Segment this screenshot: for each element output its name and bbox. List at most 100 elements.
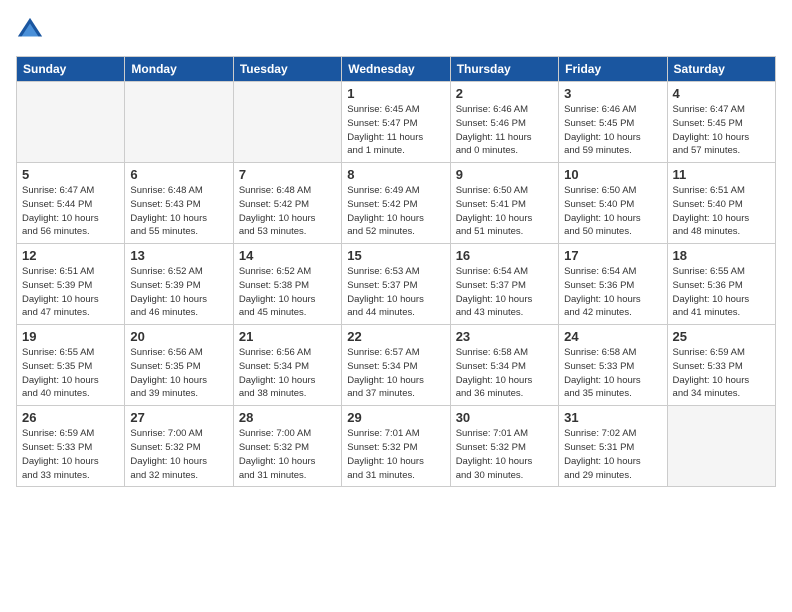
logo (16, 16, 48, 44)
calendar-cell: 26Sunrise: 6:59 AM Sunset: 5:33 PM Dayli… (17, 406, 125, 487)
calendar-cell: 27 Sunrise: 7:00 AM Sunset: 5:32 PM Dayli… (125, 406, 233, 487)
page-header (16, 16, 776, 44)
calendar-cell: 30 Sunrise: 7:01 AM Sunset: 5:32 PM Dayli… (450, 406, 558, 487)
calendar-cell: 28 Sunrise: 7:00 AM Sunset: 5:32 PM Dayli… (233, 406, 341, 487)
day-number: 6 (130, 167, 227, 182)
day-info: Sunrise: 6:55 AM Sunset: 5:36 PM Dayligh… (673, 265, 770, 320)
calendar-cell: 19 Sunrise: 6:55 AM Sunset: 5:35 PM Dayli… (17, 325, 125, 406)
calendar-week-row: 26Sunrise: 6:59 AM Sunset: 5:33 PM Dayli… (17, 406, 776, 487)
weekday-header-thursday: Thursday (450, 57, 558, 82)
calendar-cell: 21Sunrise: 6:56 AM Sunset: 5:34 PM Dayli… (233, 325, 341, 406)
calendar-cell: 29Sunrise: 7:01 AM Sunset: 5:32 PM Dayli… (342, 406, 450, 487)
day-number: 22 (347, 329, 444, 344)
day-info: Sunrise: 6:47 AM Sunset: 5:44 PM Dayligh… (22, 184, 119, 239)
calendar-week-row: 1 Sunrise: 6:45 AM Sunset: 5:47 PM Daylig… (17, 82, 776, 163)
day-info: Sunrise: 6:59 AM Sunset: 5:33 PM Dayligh… (673, 346, 770, 401)
day-number: 7 (239, 167, 336, 182)
calendar-cell: 13Sunrise: 6:52 AM Sunset: 5:39 PM Dayli… (125, 244, 233, 325)
calendar-cell: 5Sunrise: 6:47 AM Sunset: 5:44 PM Daylig… (17, 163, 125, 244)
day-number: 13 (130, 248, 227, 263)
day-info: Sunrise: 6:51 AM Sunset: 5:39 PM Dayligh… (22, 265, 119, 320)
calendar-cell: 20Sunrise: 6:56 AM Sunset: 5:35 PM Dayli… (125, 325, 233, 406)
day-info: Sunrise: 6:51 AM Sunset: 5:40 PM Dayligh… (673, 184, 770, 239)
day-number: 9 (456, 167, 553, 182)
calendar-cell: 22 Sunrise: 6:57 AM Sunset: 5:34 PM Dayli… (342, 325, 450, 406)
calendar-cell (125, 82, 233, 163)
day-number: 2 (456, 86, 553, 101)
weekday-header-friday: Friday (559, 57, 667, 82)
day-number: 30 (456, 410, 553, 425)
day-number: 24 (564, 329, 661, 344)
calendar-cell: 24 Sunrise: 6:58 AM Sunset: 5:33 PM Dayli… (559, 325, 667, 406)
day-number: 20 (130, 329, 227, 344)
day-info: Sunrise: 6:53 AM Sunset: 5:37 PM Dayligh… (347, 265, 444, 320)
day-info: Sunrise: 6:54 AM Sunset: 5:36 PM Dayligh… (564, 265, 661, 320)
calendar-cell: 2 Sunrise: 6:46 AM Sunset: 5:46 PM Daylig… (450, 82, 558, 163)
logo-icon (16, 16, 44, 44)
day-info: Sunrise: 6:46 AM Sunset: 5:46 PM Dayligh… (456, 103, 553, 158)
calendar-table: SundayMondayTuesdayWednesdayThursdayFrid… (16, 56, 776, 487)
day-info: Sunrise: 7:01 AM Sunset: 5:32 PM Dayligh… (456, 427, 553, 482)
day-info: Sunrise: 6:55 AM Sunset: 5:35 PM Dayligh… (22, 346, 119, 401)
calendar-week-row: 12 Sunrise: 6:51 AM Sunset: 5:39 PM Dayli… (17, 244, 776, 325)
day-info: Sunrise: 6:45 AM Sunset: 5:47 PM Dayligh… (347, 103, 444, 158)
day-number: 11 (673, 167, 770, 182)
calendar-cell (17, 82, 125, 163)
day-number: 28 (239, 410, 336, 425)
day-info: Sunrise: 6:46 AM Sunset: 5:45 PM Dayligh… (564, 103, 661, 158)
calendar-cell: 4 Sunrise: 6:47 AM Sunset: 5:45 PM Daylig… (667, 82, 775, 163)
day-number: 16 (456, 248, 553, 263)
day-info: Sunrise: 7:00 AM Sunset: 5:32 PM Dayligh… (239, 427, 336, 482)
day-info: Sunrise: 7:01 AM Sunset: 5:32 PM Dayligh… (347, 427, 444, 482)
day-info: Sunrise: 7:00 AM Sunset: 5:32 PM Dayligh… (130, 427, 227, 482)
calendar-cell: 7 Sunrise: 6:48 AM Sunset: 5:42 PM Daylig… (233, 163, 341, 244)
day-number: 12 (22, 248, 119, 263)
day-number: 1 (347, 86, 444, 101)
day-info: Sunrise: 6:52 AM Sunset: 5:38 PM Dayligh… (239, 265, 336, 320)
weekday-header-wednesday: Wednesday (342, 57, 450, 82)
day-number: 17 (564, 248, 661, 263)
calendar-cell: 9 Sunrise: 6:50 AM Sunset: 5:41 PM Daylig… (450, 163, 558, 244)
calendar-cell: 31 Sunrise: 7:02 AM Sunset: 5:31 PM Dayli… (559, 406, 667, 487)
day-number: 31 (564, 410, 661, 425)
calendar-cell: 15Sunrise: 6:53 AM Sunset: 5:37 PM Dayli… (342, 244, 450, 325)
day-info: Sunrise: 6:49 AM Sunset: 5:42 PM Dayligh… (347, 184, 444, 239)
calendar-week-row: 5Sunrise: 6:47 AM Sunset: 5:44 PM Daylig… (17, 163, 776, 244)
day-number: 10 (564, 167, 661, 182)
day-info: Sunrise: 7:02 AM Sunset: 5:31 PM Dayligh… (564, 427, 661, 482)
day-info: Sunrise: 6:48 AM Sunset: 5:42 PM Dayligh… (239, 184, 336, 239)
day-info: Sunrise: 6:50 AM Sunset: 5:41 PM Dayligh… (456, 184, 553, 239)
calendar-cell (667, 406, 775, 487)
day-info: Sunrise: 6:47 AM Sunset: 5:45 PM Dayligh… (673, 103, 770, 158)
weekday-header-saturday: Saturday (667, 57, 775, 82)
day-info: Sunrise: 6:50 AM Sunset: 5:40 PM Dayligh… (564, 184, 661, 239)
calendar-cell: 1 Sunrise: 6:45 AM Sunset: 5:47 PM Daylig… (342, 82, 450, 163)
day-number: 14 (239, 248, 336, 263)
day-number: 8 (347, 167, 444, 182)
day-info: Sunrise: 6:58 AM Sunset: 5:34 PM Dayligh… (456, 346, 553, 401)
day-number: 21 (239, 329, 336, 344)
day-number: 25 (673, 329, 770, 344)
calendar-cell: 6 Sunrise: 6:48 AM Sunset: 5:43 PM Daylig… (125, 163, 233, 244)
day-number: 19 (22, 329, 119, 344)
calendar-cell: 14 Sunrise: 6:52 AM Sunset: 5:38 PM Dayli… (233, 244, 341, 325)
calendar-cell: 3 Sunrise: 6:46 AM Sunset: 5:45 PM Daylig… (559, 82, 667, 163)
calendar-cell: 18 Sunrise: 6:55 AM Sunset: 5:36 PM Dayli… (667, 244, 775, 325)
day-info: Sunrise: 6:57 AM Sunset: 5:34 PM Dayligh… (347, 346, 444, 401)
calendar-cell: 11 Sunrise: 6:51 AM Sunset: 5:40 PM Dayli… (667, 163, 775, 244)
day-number: 4 (673, 86, 770, 101)
day-number: 27 (130, 410, 227, 425)
calendar-cell: 23Sunrise: 6:58 AM Sunset: 5:34 PM Dayli… (450, 325, 558, 406)
calendar-cell (233, 82, 341, 163)
calendar-week-row: 19 Sunrise: 6:55 AM Sunset: 5:35 PM Dayli… (17, 325, 776, 406)
calendar-cell: 12 Sunrise: 6:51 AM Sunset: 5:39 PM Dayli… (17, 244, 125, 325)
day-number: 18 (673, 248, 770, 263)
calendar-cell: 25 Sunrise: 6:59 AM Sunset: 5:33 PM Dayli… (667, 325, 775, 406)
day-info: Sunrise: 6:58 AM Sunset: 5:33 PM Dayligh… (564, 346, 661, 401)
day-info: Sunrise: 6:48 AM Sunset: 5:43 PM Dayligh… (130, 184, 227, 239)
calendar-cell: 8 Sunrise: 6:49 AM Sunset: 5:42 PM Daylig… (342, 163, 450, 244)
day-number: 3 (564, 86, 661, 101)
day-number: 26 (22, 410, 119, 425)
calendar-cell: 10 Sunrise: 6:50 AM Sunset: 5:40 PM Dayli… (559, 163, 667, 244)
weekday-header-tuesday: Tuesday (233, 57, 341, 82)
